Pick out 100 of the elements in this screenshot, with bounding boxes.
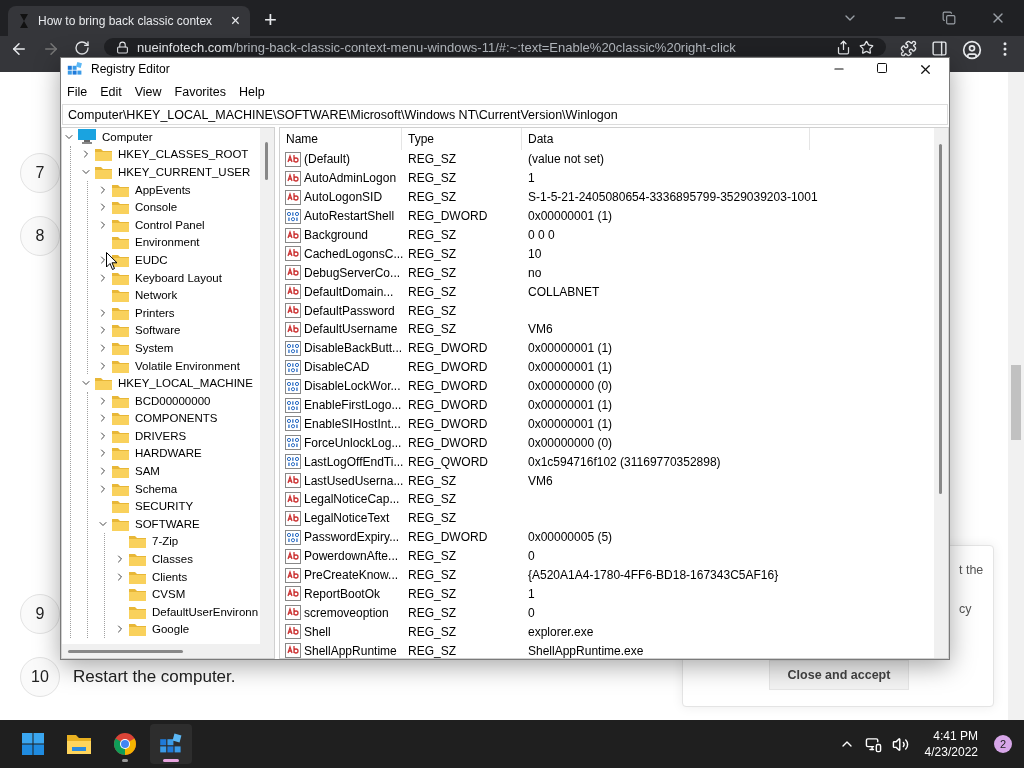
- clock[interactable]: 4:41 PM 4/23/2022: [924, 729, 978, 759]
- value-name[interactable]: AutoAdminLogon: [304, 171, 397, 186]
- value-data: (value not set): [527, 152, 606, 167]
- value-name[interactable]: LastUsedUserna...: [304, 473, 404, 488]
- value-name[interactable]: LastLogOffEndTi...: [304, 454, 404, 469]
- menu-item[interactable]: View: [134, 85, 162, 99]
- tree-item[interactable]: CVSM: [148, 588, 186, 601]
- value-type: REG_SZ: [407, 152, 457, 167]
- value-name[interactable]: EnableSIHostInt...: [304, 416, 401, 431]
- tree-item[interactable]: HKEY_LOCAL_MACHINE: [114, 377, 253, 390]
- tree-item[interactable]: Classes: [148, 553, 193, 566]
- tree-item[interactable]: Volatile Environment: [131, 359, 240, 372]
- value-data: COLLABNET: [527, 284, 601, 299]
- value-data: no: [527, 265, 543, 280]
- value-name[interactable]: PowerdownAfte...: [304, 549, 399, 564]
- tab-close-button[interactable]: ×: [230, 12, 240, 30]
- value-data: ShellAppRuntime.exe: [527, 643, 645, 658]
- tree-item[interactable]: Network: [131, 289, 178, 302]
- value-type: REG_SZ: [407, 492, 457, 507]
- tree-item[interactable]: 7-Zip: [148, 535, 179, 548]
- tree-item[interactable]: HARDWARE: [131, 447, 202, 460]
- tree-item[interactable]: HKEY_CURRENT_USER: [114, 166, 251, 178]
- tree-item[interactable]: SAM: [131, 465, 160, 478]
- value-name[interactable]: DisableLockWor...: [304, 379, 401, 394]
- value-type: REG_DWORD: [407, 435, 489, 450]
- new-tab-button[interactable]: +: [258, 6, 283, 36]
- value-name[interactable]: LegalNoticeCap...: [304, 492, 400, 507]
- tree-item[interactable]: DefaultUserEnvironn: [148, 605, 259, 618]
- tree-item[interactable]: HKEY_CLASSES_ROOT: [114, 148, 249, 161]
- tree-item[interactable]: Google: [148, 623, 190, 636]
- value-type: REG_SZ: [407, 190, 457, 205]
- value-name[interactable]: PasswordExpiry...: [304, 530, 400, 545]
- menu-item[interactable]: Edit: [100, 85, 122, 99]
- value-type: REG_DWORD: [407, 416, 489, 431]
- menu-item[interactable]: File: [67, 85, 88, 99]
- value-name[interactable]: PreCreateKnow...: [304, 568, 399, 583]
- tree-item[interactable]: Printers: [131, 306, 175, 319]
- step-number: 7: [20, 153, 60, 193]
- value-name[interactable]: DefaultPassword: [304, 303, 395, 318]
- menu-item[interactable]: Favorites: [174, 85, 226, 99]
- value-name[interactable]: AutoLogonSID: [304, 190, 383, 205]
- value-data: S-1-5-21-2405080654-3336895799-3529039203-1001: [527, 190, 819, 205]
- value-name[interactable]: LegalNoticeText: [304, 511, 390, 526]
- value-data: VM6: [527, 473, 554, 488]
- value-name[interactable]: CachedLogonsC...: [304, 246, 404, 261]
- value-name[interactable]: ForceUnlockLog...: [304, 435, 402, 450]
- tree-item[interactable]: Software: [131, 324, 181, 337]
- tree-item[interactable]: DRIVERS: [131, 429, 187, 442]
- value-name[interactable]: DefaultUsername: [304, 322, 398, 337]
- value-type: REG_SZ: [407, 246, 457, 261]
- value-name[interactable]: (Default): [304, 152, 350, 167]
- tree-item[interactable]: COMPONENTS: [131, 412, 218, 425]
- close-and-accept-button[interactable]: Close and accept: [769, 660, 909, 690]
- value-type: REG_SZ: [407, 586, 457, 601]
- browser-tab[interactable]: How to bring back classic contex ×: [8, 6, 250, 36]
- tree-item[interactable]: Console: [131, 201, 178, 214]
- tree-item[interactable]: BCD00000000: [131, 394, 211, 407]
- value-type: REG_DWORD: [407, 341, 489, 356]
- step-text: Restart the computer.: [73, 667, 236, 687]
- column-header[interactable]: Name: [280, 128, 402, 150]
- value-name[interactable]: ShellAppRuntime: [304, 643, 397, 658]
- tree-item[interactable]: System: [131, 341, 174, 354]
- value-name[interactable]: scremoveoption: [304, 605, 389, 620]
- value-name[interactable]: Shell: [304, 624, 331, 639]
- value-name[interactable]: DebugServerCo...: [304, 265, 401, 280]
- value-data: 10: [527, 246, 543, 261]
- tree-item[interactable]: Control Panel: [131, 218, 205, 231]
- value-data: 0x00000001 (1): [527, 416, 614, 431]
- value-name[interactable]: DisableCAD: [304, 360, 370, 375]
- value-type: REG_SZ: [407, 171, 457, 186]
- menu-item[interactable]: Help: [239, 85, 265, 99]
- column-header[interactable]: Type: [402, 128, 522, 150]
- value-type: REG_SZ: [407, 643, 457, 658]
- address-field[interactable]: Computer\HKEY_LOCAL_MACHINE\SOFTWARE\Microsoft\Windows NT\CurrentVersion\Winlogon: [62, 104, 948, 125]
- value-type: REG_DWORD: [407, 530, 489, 545]
- value-name[interactable]: Background: [304, 228, 369, 242]
- tree-item[interactable]: Environment: [131, 236, 200, 249]
- value-name[interactable]: ReportBootOk: [304, 586, 381, 601]
- value-type: REG_SZ: [407, 284, 457, 299]
- tree-item[interactable]: EUDC: [131, 253, 168, 266]
- value-data: explorer.exe: [527, 624, 595, 639]
- tree-item[interactable]: SOFTWARE: [131, 517, 200, 530]
- tree-item[interactable]: SECURITY: [131, 500, 194, 513]
- value-name[interactable]: DefaultDomain...: [304, 284, 394, 299]
- column-header[interactable]: Data: [522, 128, 810, 150]
- tree-item[interactable]: Clients: [148, 570, 188, 583]
- value-name[interactable]: EnableFirstLogo...: [304, 398, 402, 412]
- value-name[interactable]: DisableBackButt...: [304, 341, 403, 356]
- value-data: 0x00000001 (1): [527, 341, 614, 356]
- address-bar[interactable]: nueinfotech.com/bring-back-classic-context-menu-windows-11/#:~:text=Enable%20classic%20right-click: [104, 38, 886, 56]
- tree-item[interactable]: AppEvents: [131, 183, 191, 196]
- tree-item[interactable]: Schema: [131, 482, 178, 495]
- value-data: 0x00000001 (1): [527, 398, 614, 412]
- tree-item[interactable]: Keyboard Layout: [131, 271, 222, 284]
- value-data: 0: [527, 605, 536, 620]
- tree-item[interactable]: Computer: [98, 130, 153, 143]
- notification-badge[interactable]: 2: [994, 735, 1012, 753]
- value-type: REG_SZ: [407, 624, 457, 639]
- window-title: Registry Editor: [91, 62, 170, 76]
- value-name[interactable]: AutoRestartShell: [304, 209, 395, 224]
